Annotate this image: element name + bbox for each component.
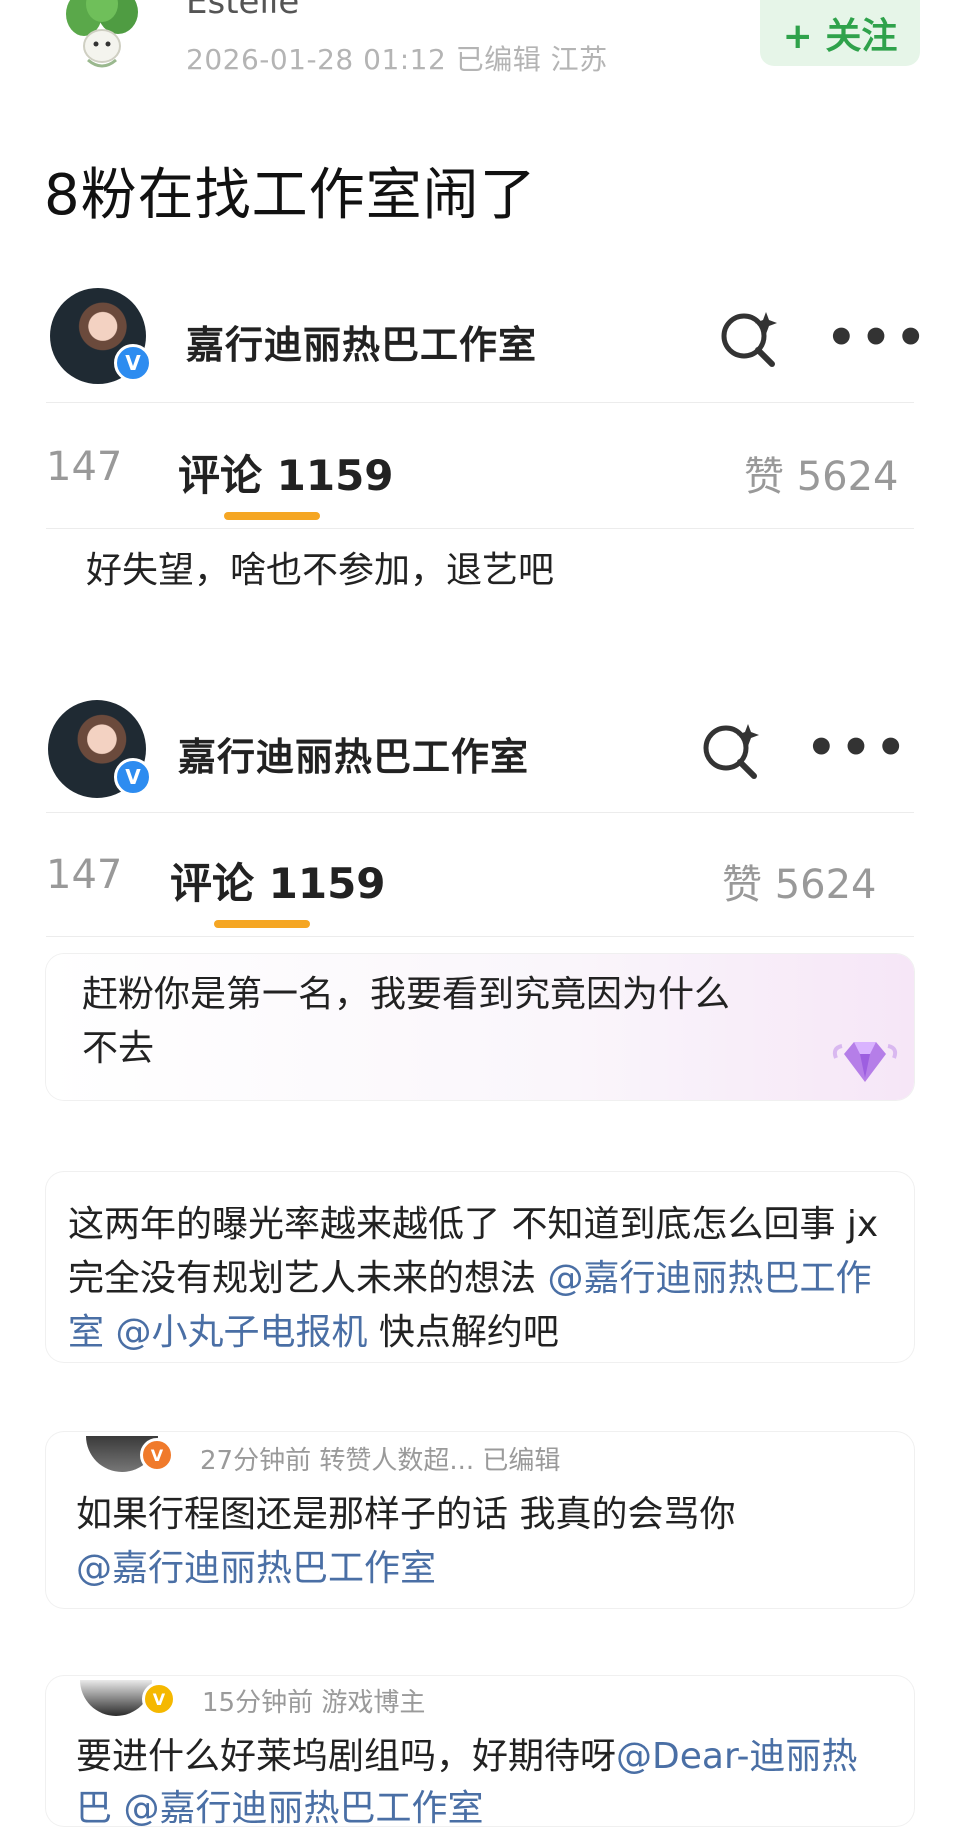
mention-link[interactable]: 巴 @嘉行迪丽热巴工作室	[76, 1782, 483, 1836]
gem-icon	[832, 1042, 898, 1082]
comment-card: 这两年的曝光率越来越低了 不知道到底怎么回事 jx 完全没有规划艺人未来的想法 …	[46, 1172, 914, 1362]
studio-name[interactable]: 嘉行迪丽热巴工作室	[186, 314, 537, 369]
tab-reposts[interactable]: 147	[46, 852, 122, 898]
comment-card: V 15分钟前 游戏博主 要进什么好莱坞剧组吗，好期待呀@Dear-迪丽热 巴 …	[46, 1676, 914, 1829]
comment-meta: 27分钟前 转赞人数超... 已编辑	[200, 1446, 561, 1476]
post-title: 8粉在找工作室闹了	[44, 163, 537, 228]
mention-link[interactable]: @嘉行迪丽热巴工作	[547, 1258, 871, 1299]
mention-link[interactable]: @Dear-迪丽热	[616, 1736, 857, 1777]
tab-comments[interactable]: 评论 1159	[170, 850, 386, 911]
comment-meta: 15分钟前 游戏博主	[202, 1688, 426, 1718]
search-spark-icon[interactable]	[716, 306, 780, 370]
comment-text: 要进什么好莱坞剧组吗，好期待呀	[76, 1736, 617, 1777]
studio-avatar[interactable]: V	[48, 700, 152, 798]
comment-line: 如果行程图还是那样子的话 我真的会骂你	[76, 1494, 736, 1535]
comment-text: 快点解约吧	[367, 1312, 559, 1353]
verified-icon: V	[140, 1438, 174, 1472]
divider	[46, 812, 914, 813]
verified-icon: V	[114, 344, 152, 382]
tab-underline	[214, 920, 310, 928]
tab-comments[interactable]: 评论 1159	[178, 442, 394, 503]
plant-logo-icon	[66, 0, 138, 68]
comment-line: 室 @小丸子电报机 快点解约吧	[68, 1306, 559, 1360]
more-icon[interactable]: •••	[826, 310, 930, 366]
divider	[46, 528, 914, 529]
mention-link[interactable]: @嘉行迪丽热巴工作室	[76, 1542, 436, 1596]
comment-line: 完全没有规划艺人未来的想法 @嘉行迪丽热巴工作	[68, 1252, 871, 1306]
comment-line: 赶粉你是第一名，我要看到究竟因为什么	[82, 974, 731, 1015]
comment-bubble: 赶粉你是第一名，我要看到究竟因为什么 不去	[46, 954, 914, 1100]
comment-text: 完全没有规划艺人未来的想法	[68, 1258, 548, 1299]
divider	[46, 402, 914, 403]
author-avatar[interactable]	[58, 0, 146, 74]
follow-button[interactable]: + 关注	[760, 0, 920, 66]
post-meta: 2026-01-28 01:12 已编辑 江苏	[186, 43, 608, 76]
tab-likes[interactable]: 赞 5624	[722, 852, 877, 910]
tab-reposts[interactable]: 147	[46, 444, 122, 490]
more-icon[interactable]: •••	[806, 720, 910, 776]
divider	[46, 936, 914, 937]
tab-likes[interactable]: 赞 5624	[744, 444, 899, 502]
studio-name[interactable]: 嘉行迪丽热巴工作室	[178, 726, 529, 781]
verified-icon: V	[114, 758, 152, 796]
tab-underline	[224, 512, 320, 520]
mention-link[interactable]: @小丸子电报机	[115, 1312, 367, 1353]
comment-line: 要进什么好莱坞剧组吗，好期待呀@Dear-迪丽热	[76, 1730, 857, 1784]
comment-text: 好失望，啥也不参加，退艺吧	[86, 550, 555, 591]
verified-icon: V	[142, 1682, 176, 1716]
mention-link[interactable]: 室	[68, 1312, 115, 1353]
search-spark-icon[interactable]	[698, 718, 762, 782]
comment-line: 这两年的曝光率越来越低了 不知道到底怎么回事 jx	[68, 1204, 879, 1245]
author-name[interactable]: Estelle	[186, 0, 299, 22]
studio-avatar[interactable]: V	[50, 288, 152, 384]
comment-line: 不去	[82, 1028, 155, 1069]
comment-card: V 27分钟前 转赞人数超... 已编辑 如果行程图还是那样子的话 我真的会骂你…	[46, 1432, 914, 1608]
